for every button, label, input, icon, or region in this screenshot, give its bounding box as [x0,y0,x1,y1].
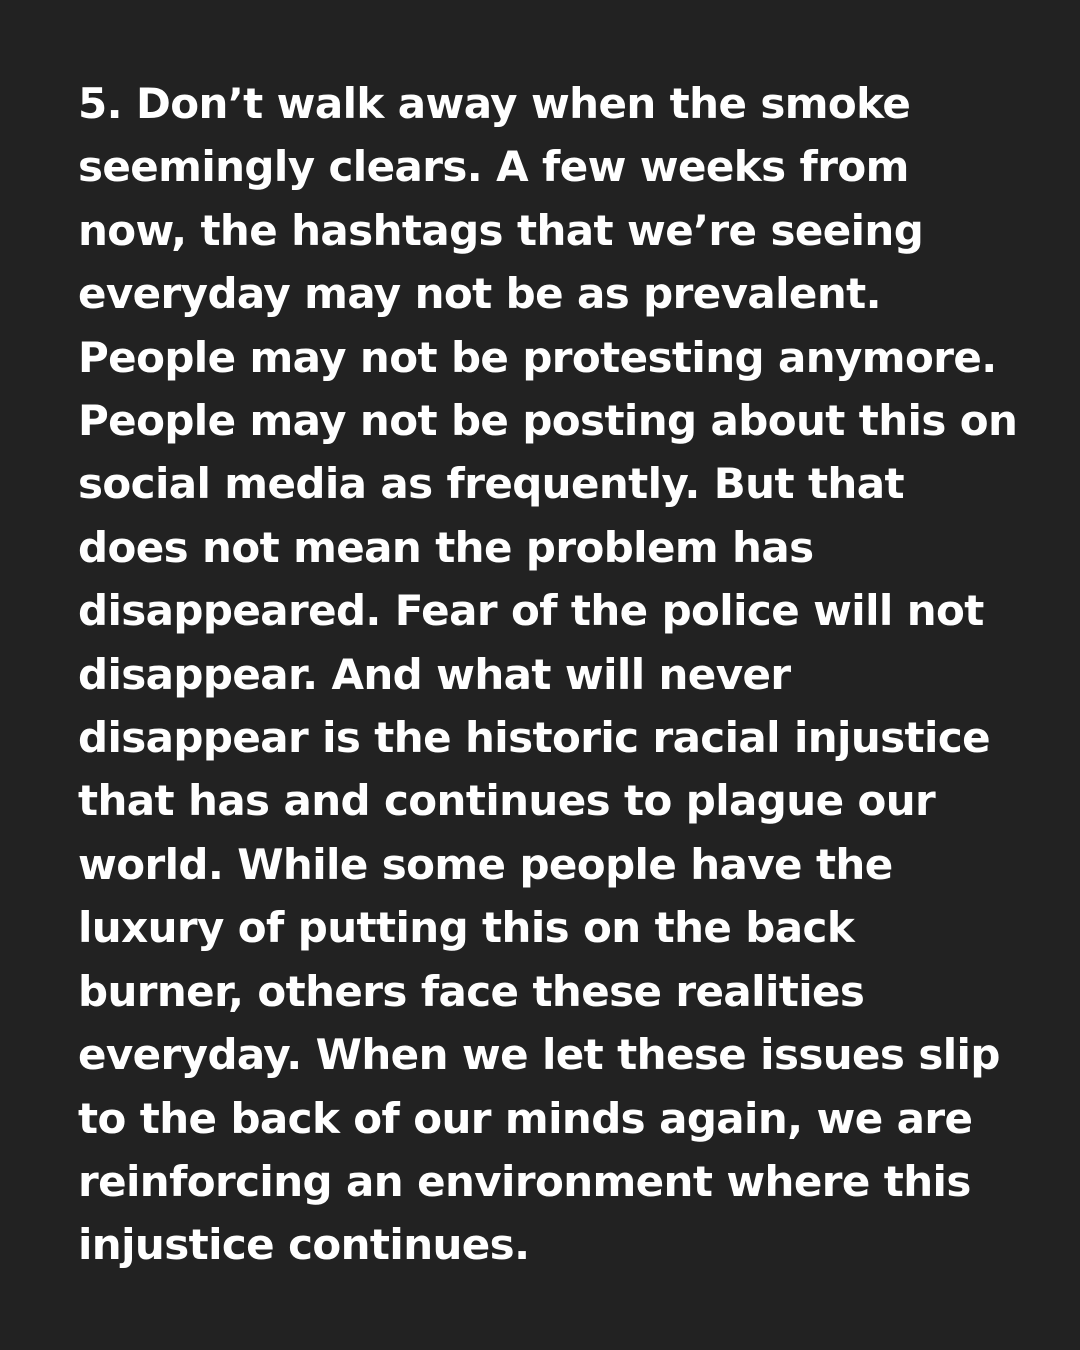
text-line: 5. Don’t walk away when the smoke [78,79,911,128]
text-line: People may not be posting about this on [78,396,1018,446]
text-line: disappear. And what will never [78,649,791,699]
text-line: disappear is the historic racial injusti… [78,713,991,763]
text-line: seemingly clears. A few weeks from [78,142,909,192]
text-line: now, the hashtags that we’re seeing [78,205,924,255]
text-line: does not mean the problem has [78,522,814,572]
text-line: reinforcing an environment where this [78,1156,971,1206]
text-line: People may not be protesting anymore. [78,332,997,382]
text-line: everyday. When we let these issues slip [78,1030,1000,1080]
text-line: burner, others face these realities [78,966,865,1016]
text-line: everyday may not be as prevalent. [78,269,882,319]
text-line: luxury of putting this on the back [78,903,855,953]
text-line: injustice continues. [78,1220,530,1270]
text-line: that has and continues to plague our [78,776,936,826]
text-line: disappeared. Fear of the police will not [78,586,984,636]
story-page: 5. Don’t walk away when the smoke seemin… [0,0,1080,1350]
text-line: world. While some people have the [78,839,893,889]
text-line: to the back of our minds again, we are [78,1093,973,1143]
post-text: 5. Don’t walk away when the smoke seemin… [78,72,1068,1277]
text-line: social media as frequently. But that [78,459,905,509]
